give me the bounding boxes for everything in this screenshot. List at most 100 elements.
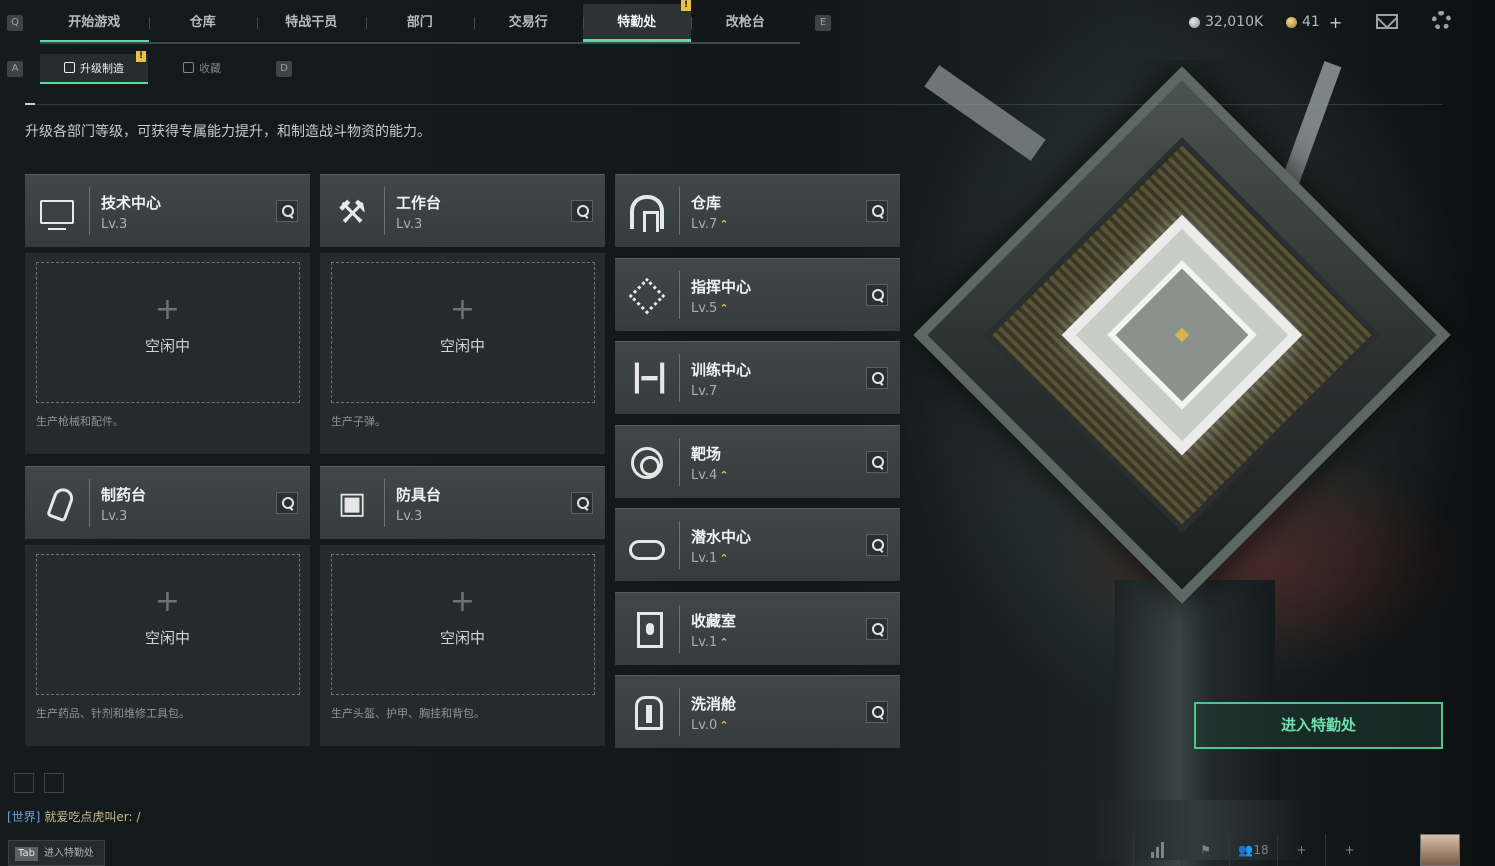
craft-slot-pharmacy[interactable]: + 空闲中 生产药品、针剂和维修工具包。 (25, 545, 310, 746)
top-nav: Q 开始游戏 仓库 特战干员 部门 交易行 特勤处! 改枪台 E 32,010K… (0, 0, 1495, 46)
search-icon[interactable] (866, 367, 888, 389)
friends-button[interactable]: 👥 18 (1229, 834, 1277, 866)
slot-status: 空闲中 (144, 337, 190, 355)
plus-icon: + (154, 292, 181, 327)
facility-title: 防具台 (396, 486, 442, 504)
chat-toggle[interactable] (44, 773, 64, 793)
workstation-workbench[interactable]: ⚒ 工作台 Lv.3 (320, 174, 605, 247)
main-tabs: 开始游戏 仓库 特战干员 部门 交易行 特勤处! 改枪台 (40, 0, 800, 44)
scene-rail (924, 65, 1046, 161)
facility-training-center[interactable]: ┃━┃ 训练中心 Lv.7 (615, 341, 900, 414)
plus-icon: + (154, 584, 181, 619)
facility-title: 仓库 (691, 194, 722, 212)
silver-currency: 32,010K (1189, 12, 1263, 32)
workstation-tech-center[interactable]: 技术中心 Lv.3 (25, 174, 310, 247)
subtab-upgrade-craft[interactable]: 升级制造 ! (40, 51, 148, 84)
tab-department[interactable]: 部门 (365, 4, 475, 42)
pod-icon (635, 696, 663, 730)
slot-status: 空闲中 (144, 629, 190, 647)
craft-slot-tech-center[interactable]: + 空闲中 生产枪械和配件。 (25, 253, 310, 454)
friends-icon: 👥 (1238, 843, 1254, 857)
facility-level: Lv.3 (396, 217, 423, 232)
tab-special-ops[interactable]: 特勤处! (582, 0, 691, 42)
facility-level: Lv.5 ⌃ (691, 301, 729, 316)
facility-title: 收藏室 (691, 612, 737, 630)
facility-shooting-range[interactable]: 靶场 Lv.4 ⌃ (615, 425, 900, 498)
cabinet-icon (636, 612, 663, 648)
chat-player-name: 就爱吃点虎叫er: (44, 810, 133, 824)
microscope-icon (46, 485, 76, 523)
collection-icon (183, 62, 194, 73)
key-hint-prev-tab[interactable]: Q (7, 15, 23, 31)
target-icon (631, 447, 663, 479)
gold-currency: 41 + (1286, 12, 1342, 32)
gold-coin-icon (1286, 16, 1297, 28)
tab-start-game[interactable]: 开始游戏 (40, 4, 149, 42)
stats-icon[interactable] (1133, 834, 1181, 866)
search-icon[interactable] (866, 200, 888, 222)
enter-special-ops-button[interactable]: 进入特勤处 (1194, 702, 1443, 749)
add-currency-button[interactable]: + (1329, 13, 1342, 32)
workstation-armor[interactable]: ▣ 防具台 Lv.3 (320, 466, 605, 539)
facility-level: Lv.3 (396, 509, 423, 524)
facility-decon-pod[interactable]: 洗消舱 Lv.0 ⌃ (615, 675, 900, 748)
page-description: 升级各部门等级，可获得专属能力提升，和制造战斗物资的能力。 (25, 124, 431, 140)
slot-note: 生产头盔、护甲、胸挂和背包。 (331, 707, 485, 720)
add-icon[interactable]: + (1277, 834, 1325, 866)
facility-warehouse[interactable]: 仓库 Lv.7 ⌃ (615, 174, 900, 247)
tab-operators[interactable]: 特战干员 (257, 4, 366, 42)
slot-status: 空闲中 (439, 629, 485, 647)
tab-key-hint[interactable]: Tab 进入特勤处 (8, 840, 105, 866)
tab-warehouse[interactable]: 仓库 (148, 4, 258, 42)
upgrade-arrow-icon: ⌃ (719, 469, 729, 482)
search-icon[interactable] (866, 534, 888, 556)
subtab-collection[interactable]: 收藏 (148, 54, 256, 84)
upgrade-arrow-icon: ⌃ (719, 552, 729, 565)
search-icon[interactable] (571, 200, 593, 222)
tab-key: Tab (15, 847, 38, 861)
facility-level: Lv.0 ⌃ (691, 718, 729, 733)
avatar[interactable] (1420, 834, 1460, 866)
command-icon (628, 277, 666, 315)
flag-icon[interactable]: ⚑ (1181, 834, 1229, 866)
key-hint-next-subtab[interactable]: D (276, 61, 292, 77)
key-hint-prev-subtab[interactable]: A (7, 61, 23, 77)
chat-toggle[interactable] (14, 773, 34, 793)
facility-collection-room[interactable]: 收藏室 Lv.1 ⌃ (615, 592, 900, 665)
craft-icon (64, 62, 75, 73)
facility-level: Lv.3 (101, 217, 128, 232)
workstation-pharmacy[interactable]: 制药台 Lv.3 (25, 466, 310, 539)
facility-title: 靶场 (691, 445, 722, 463)
chat-line[interactable]: [世界] 就爱吃点虎叫er: / (7, 808, 141, 825)
search-icon[interactable] (276, 200, 298, 222)
mail-icon[interactable] (1376, 14, 1398, 29)
tab-gunsmith[interactable]: 改枪台 (691, 4, 800, 42)
facility-title: 制药台 (101, 486, 147, 504)
search-icon[interactable] (866, 451, 888, 473)
craft-slot-workbench[interactable]: + 空闲中 生产子弹。 (320, 253, 605, 454)
key-hint-next-tab[interactable]: E (815, 15, 831, 31)
facility-level: Lv.7 ⌃ (691, 217, 729, 232)
search-icon[interactable] (866, 284, 888, 306)
sub-tabs: 升级制造 ! 收藏 (40, 51, 256, 84)
search-icon[interactable] (571, 492, 593, 514)
add-icon[interactable]: + (1325, 834, 1373, 866)
search-icon[interactable] (276, 492, 298, 514)
plus-icon: + (449, 292, 476, 327)
search-icon[interactable] (866, 701, 888, 723)
gear-icon[interactable] (1432, 11, 1451, 30)
tab-trading[interactable]: 交易行 (474, 4, 583, 42)
friends-count: 18 (1253, 843, 1269, 857)
facility-diving-center[interactable]: 潜水中心 Lv.1 ⌃ (615, 508, 900, 581)
craft-slot-armor[interactable]: + 空闲中 生产头盔、护甲、胸挂和背包。 (320, 545, 605, 746)
silver-coin-icon (1189, 16, 1200, 28)
search-icon[interactable] (866, 618, 888, 640)
chat-input-cursor: / (136, 810, 141, 824)
facility-level: Lv.1 ⌃ (691, 635, 729, 650)
facility-title: 技术中心 (101, 194, 162, 212)
facility-title: 工作台 (396, 194, 442, 212)
facility-title: 指挥中心 (691, 278, 752, 296)
facility-command-center[interactable]: 指挥中心 Lv.5 ⌃ (615, 258, 900, 331)
slot-status: 空闲中 (439, 337, 485, 355)
notification-badge: ! (136, 51, 146, 62)
